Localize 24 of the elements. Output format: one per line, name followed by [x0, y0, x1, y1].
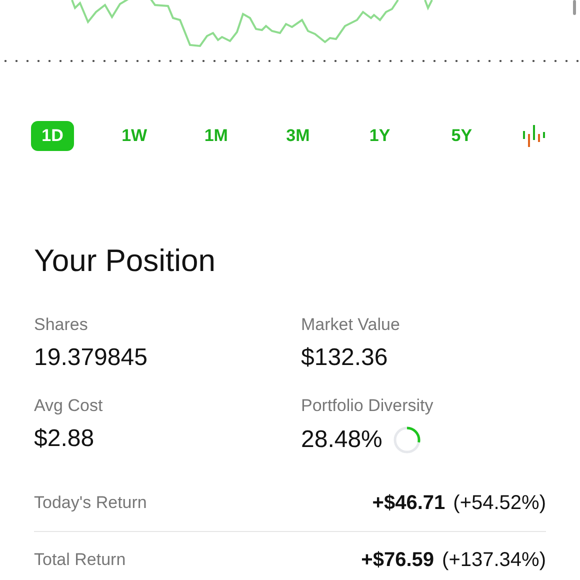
candlestick-icon[interactable]	[522, 125, 546, 147]
range-tab[interactable]: 1M	[194, 121, 238, 151]
stat-value: $132.36	[301, 344, 388, 372]
stat-label: Portfolio Diversity	[301, 396, 434, 416]
return-percent: (+137.34%)	[442, 548, 546, 570]
return-percent: (+54.52%)	[453, 492, 546, 514]
scroll-bar	[573, 0, 576, 15]
stat-label: Avg Cost	[34, 396, 104, 416]
range-tab[interactable]: 5Y	[440, 121, 484, 151]
progress-ring	[392, 425, 422, 455]
return-label: Total Return	[34, 550, 126, 570]
stat-label: Market Value	[301, 315, 401, 335]
return-amount: +$76.59	[361, 548, 434, 570]
range-tab[interactable]: 3M	[276, 121, 320, 151]
range-tab[interactable]: 1W	[112, 121, 156, 151]
range-tab[interactable]: 1D	[31, 121, 74, 151]
stat-label: Shares	[34, 315, 89, 335]
stat-value: 19.379845	[34, 344, 148, 372]
range-tab[interactable]: 1Y	[358, 121, 402, 151]
return-label: Today's Return	[34, 493, 147, 513]
section-title: Your Position	[34, 243, 217, 279]
stat-value: 28.48%	[301, 426, 382, 454]
stat-value: $2.88	[34, 425, 94, 453]
return-amount: +$46.71	[372, 492, 446, 514]
